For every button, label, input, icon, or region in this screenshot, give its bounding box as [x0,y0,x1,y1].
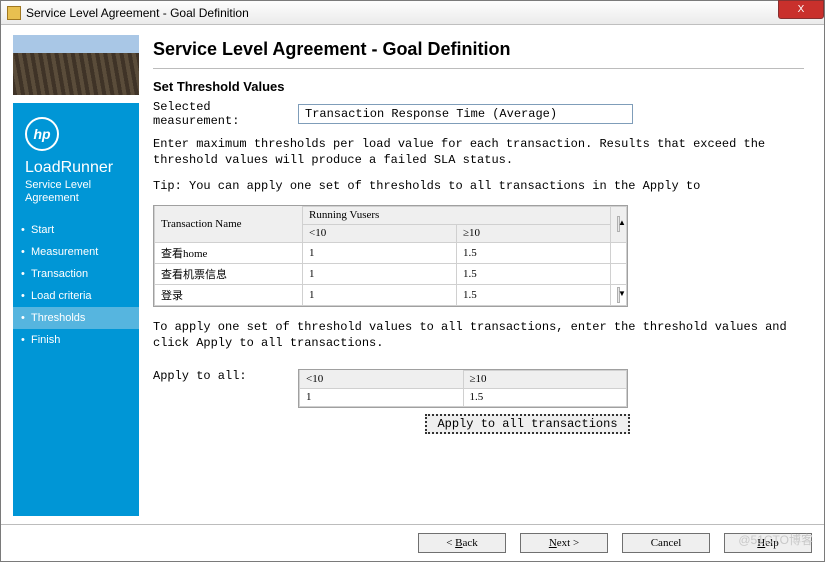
apply-to-all-row: Apply to all: <10 ≥10 1 1.5 [153,369,804,408]
body-area: hp LoadRunner Service Level Agreement St… [1,25,824,524]
apply-val-low[interactable]: 1 [300,388,464,406]
app-icon [7,6,21,20]
apply-col-low: <10 [300,370,464,388]
sla-window: Service Level Agreement - Goal Definitio… [0,0,825,562]
selected-measurement-value: Transaction Response Time (Average) [298,104,633,124]
scroll-track[interactable] [611,263,627,284]
apply-table: <10 ≥10 1 1.5 [298,369,628,408]
thresholds-table: Transaction Name Running Vusers ▲ <10 ≥1… [153,205,628,307]
product-name: LoadRunner [13,159,139,177]
apply-val-high[interactable]: 1.5 [463,388,627,406]
cell-name: 查看机票信息 [155,263,303,284]
divider [153,68,804,69]
scroll-up[interactable]: ▲ [611,206,627,242]
sidebar-item-start[interactable]: Start [13,219,139,241]
section-heading: Set Threshold Values [153,79,804,94]
back-button[interactable]: < Back [418,533,506,553]
apply-instructions: To apply one set of threshold values to … [153,319,804,351]
apply-to-all-button[interactable]: Apply to all transactions [425,414,630,434]
cell-name: 查看home [155,242,303,263]
page-title: Service Level Agreement - Goal Definitio… [153,39,804,60]
titlebar: Service Level Agreement - Goal Definitio… [1,1,824,25]
window-title: Service Level Agreement - Goal Definitio… [26,6,249,20]
table-row: 登录11.5▼ [155,284,627,305]
col-transaction-name: Transaction Name [155,206,303,242]
threshold-instructions: Enter maximum thresholds per load value … [153,136,804,168]
table-row: 查看home11.5 [155,242,627,263]
product-subtitle: Service Level Agreement [13,177,139,213]
cell-low[interactable]: 1 [303,263,457,284]
selected-measurement-row: Selected measurement: Transaction Respon… [153,100,804,128]
sidebar-item-transaction[interactable]: Transaction [13,263,139,285]
sidebar-item-thresholds[interactable]: Thresholds [13,307,139,329]
wizard-nav: StartMeasurementTransactionLoad criteria… [13,219,139,351]
cancel-button[interactable]: Cancel [622,533,710,553]
selected-measurement-label: Selected measurement: [153,100,298,128]
col-high: ≥10 [457,224,611,242]
sidebar: hp LoadRunner Service Level Agreement St… [13,35,139,516]
cell-name: 登录 [155,284,303,305]
table-row: 查看机票信息11.5 [155,263,627,284]
scroll-track[interactable]: ▼ [611,284,627,305]
cell-high[interactable]: 1.5 [457,263,611,284]
sidebar-item-measurement[interactable]: Measurement [13,241,139,263]
hp-logo-icon: hp [25,117,59,151]
sidebar-decor-image [13,35,139,95]
cell-high[interactable]: 1.5 [457,242,611,263]
threshold-tip: Tip: You can apply one set of thresholds… [153,178,804,194]
content-pane: Service Level Agreement - Goal Definitio… [153,35,812,516]
sidebar-item-finish[interactable]: Finish [13,329,139,351]
col-low: <10 [303,224,457,242]
help-button[interactable]: Help [724,533,812,553]
cell-low[interactable]: 1 [303,242,457,263]
cell-high[interactable]: 1.5 [457,284,611,305]
apply-button-row: Apply to all transactions [300,414,630,434]
close-button[interactable]: X [778,0,824,19]
cell-low[interactable]: 1 [303,284,457,305]
sidebar-item-load-criteria[interactable]: Load criteria [13,285,139,307]
next-button[interactable]: Next > [520,533,608,553]
apply-col-high: ≥10 [463,370,627,388]
wizard-footer: < Back Next > Cancel Help [1,524,824,561]
sidebar-panel: hp LoadRunner Service Level Agreement St… [13,103,139,516]
apply-to-all-label: Apply to all: [153,369,298,383]
scroll-track[interactable] [611,242,627,263]
col-running-vusers: Running Vusers [303,206,611,224]
